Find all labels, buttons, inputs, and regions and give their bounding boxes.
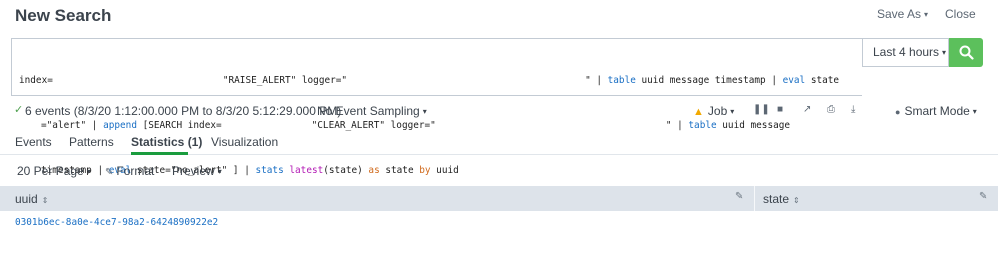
per-page-label: 20 Per Page — [17, 164, 84, 178]
close-button[interactable]: Close — [945, 7, 976, 21]
query-keyword: eval — [782, 75, 806, 86]
stop-icon[interactable]: ■ — [777, 104, 783, 115]
warning-icon: ▲ — [693, 106, 704, 118]
print-icon[interactable]: ⎙ — [827, 104, 835, 115]
query-token: index= — [19, 75, 53, 86]
save-as-label: Save As — [877, 7, 922, 21]
tab-statistics[interactable]: Statistics (1) — [131, 135, 202, 149]
export-icon[interactable]: ⤓ — [851, 104, 855, 115]
chevron-down-icon: ▾ — [730, 107, 735, 116]
event-sampling-dropdown[interactable]: No Event Sampling ▾ — [317, 104, 427, 118]
search-status-bar: ✓ 6 events (8/3/20 1:12:00.000 PM to 8/3… — [0, 100, 998, 122]
chevron-down-icon: ▾ — [972, 107, 977, 116]
uuid-cell[interactable]: 0301b6ec-8a0e-4ce7-98a2-6424890922e2 — [15, 217, 218, 228]
query-token: "RAISE_ALERT" logger=" — [222, 75, 348, 86]
chevron-down-icon: ▾ — [924, 10, 929, 19]
search-mode-dropdown[interactable]: ● Smart Mode ▾ — [895, 104, 977, 118]
chevron-down-icon: ▾ — [86, 167, 91, 176]
query-keyword: table — [607, 75, 636, 86]
chevron-down-icon: ▾ — [942, 48, 947, 57]
edit-column-icon[interactable]: ✎ — [735, 191, 743, 202]
column-header-state[interactable]: state ⇕ — [763, 192, 800, 206]
search-button[interactable] — [949, 38, 983, 67]
job-label: Job — [707, 104, 728, 118]
edit-column-icon[interactable]: ✎ — [979, 191, 987, 202]
query-token: uuid message timestamp | — [635, 75, 783, 86]
event-sampling-label: No Event Sampling — [317, 104, 420, 118]
active-tab-indicator — [131, 152, 188, 155]
lightbulb-icon: ● — [895, 107, 901, 117]
per-page-dropdown[interactable]: 20 Per Page ▾ — [17, 164, 91, 178]
pause-icon[interactable]: ❚❚ — [753, 104, 770, 115]
column-header-uuid[interactable]: uuid ⇕ — [15, 192, 48, 206]
table-controls: 20 Per Page ▾ ✎ Format Preview ▾ — [0, 160, 998, 182]
job-menu[interactable]: ▲ Job ▾ — [693, 104, 734, 118]
search-mode-label: Smart Mode — [904, 104, 970, 118]
column-label: uuid — [15, 192, 38, 206]
time-range-picker[interactable]: Last 4 hours ▾ — [862, 38, 949, 67]
page-title: New Search — [15, 6, 112, 25]
search-icon — [959, 45, 974, 60]
column-label: state — [763, 192, 790, 206]
results-tabs: Events Patterns Statistics (1) Visualiza… — [0, 130, 998, 155]
app-header: New Search Save As ▾ Close — [0, 0, 998, 33]
check-icon: ✓ — [14, 104, 24, 116]
table-row: 0301b6ec-8a0e-4ce7-98a2-6424890922e2 — [0, 211, 998, 233]
sort-icon: ⇕ — [793, 196, 800, 205]
search-query: index= "RAISE_ALERT" logger=" " | table uu… — [19, 43, 859, 208]
column-divider — [754, 186, 755, 211]
search-input[interactable]: index= "RAISE_ALERT" logger=" " | table uu… — [11, 38, 862, 176]
tab-visualization[interactable]: Visualization — [211, 135, 278, 149]
preview-dropdown[interactable]: Preview ▾ — [172, 164, 222, 178]
save-as-button[interactable]: Save As ▾ — [877, 7, 928, 21]
chevron-down-icon: ▾ — [217, 167, 222, 176]
format-button[interactable]: ✎ Format — [105, 164, 154, 178]
share-icon[interactable]: ↗ — [803, 104, 811, 115]
pencil-icon: ✎ — [105, 167, 114, 178]
query-token: state — [805, 75, 840, 86]
event-count: 6 events (8/3/20 1:12:00.000 PM to 8/3/2… — [25, 104, 342, 118]
query-token: " | — [585, 75, 608, 86]
preview-label: Preview — [172, 164, 215, 178]
query-line-1: index= "RAISE_ALERT" logger=" " | table uu… — [19, 73, 859, 88]
time-range-label: Last 4 hours — [873, 45, 940, 59]
format-label: Format — [116, 164, 155, 178]
chevron-down-icon: ▾ — [422, 107, 427, 116]
tab-events[interactable]: Events — [15, 135, 52, 149]
tab-patterns[interactable]: Patterns — [69, 135, 114, 149]
sort-icon: ⇕ — [41, 196, 49, 205]
table-header: uuid ⇕ ✎ state ⇕ ✎ — [0, 186, 998, 211]
